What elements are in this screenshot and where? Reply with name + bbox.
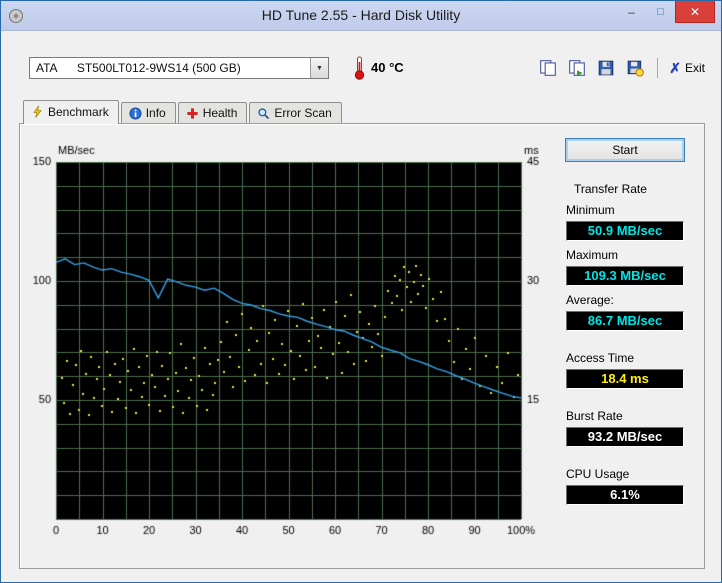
minimum-label: Minimum bbox=[566, 203, 615, 217]
copy-image-icon[interactable] bbox=[566, 57, 588, 79]
tab-error-scan[interactable]: Error Scan bbox=[249, 102, 342, 123]
window-controls: – □ ✕ bbox=[617, 1, 715, 23]
temperature-readout: 40 °C bbox=[371, 60, 404, 75]
burst-rate-title: Burst Rate bbox=[566, 409, 623, 423]
cpu-usage-title: CPU Usage bbox=[566, 467, 630, 481]
tab-benchmark[interactable]: Benchmark bbox=[23, 100, 119, 124]
exit-label: Exit bbox=[684, 61, 705, 75]
magnifier-icon bbox=[258, 107, 270, 119]
benchmark-panel: Start Transfer Rate Minimum 50.9 MB/sec … bbox=[19, 123, 705, 569]
start-button[interactable]: Start bbox=[565, 138, 685, 162]
access-time-title: Access Time bbox=[566, 351, 635, 365]
transfer-rate-title: Transfer Rate bbox=[574, 182, 647, 196]
thermometer-icon bbox=[353, 55, 366, 81]
tab-info[interactable]: Info bbox=[120, 102, 176, 123]
save-text-icon[interactable] bbox=[595, 57, 617, 79]
benchmark-chart bbox=[28, 136, 548, 548]
tab-health-label: Health bbox=[202, 106, 238, 120]
minimize-button[interactable]: – bbox=[617, 1, 646, 23]
burst-rate-value: 93.2 MB/sec bbox=[566, 427, 684, 447]
tab-health[interactable]: Health bbox=[177, 102, 248, 123]
results-column: Start Transfer Rate Minimum 50.9 MB/sec … bbox=[564, 138, 696, 505]
health-cross-icon bbox=[187, 107, 198, 119]
exit-button[interactable]: ✗ Exit bbox=[669, 61, 705, 75]
app-window: HD Tune 2.55 - Hard Disk Utility – □ ✕ A… bbox=[0, 0, 722, 583]
access-time-value: 18.4 ms bbox=[566, 369, 684, 389]
maximum-value: 109.3 MB/sec bbox=[566, 266, 684, 286]
copy-text-icon[interactable] bbox=[537, 57, 559, 79]
minimum-value: 50.9 MB/sec bbox=[566, 221, 684, 241]
tab-benchmark-label: Benchmark bbox=[48, 104, 109, 119]
maximize-button[interactable]: □ bbox=[646, 1, 675, 23]
average-label: Average: bbox=[566, 293, 614, 307]
tab-error-scan-label: Error Scan bbox=[274, 106, 332, 120]
tab-bar: Benchmark Info Health Error Scan bbox=[23, 100, 344, 124]
drive-select[interactable]: ATA ST500LT012-9WS14 (500 GB) ▼ bbox=[29, 57, 329, 79]
tab-info-label: Info bbox=[145, 106, 166, 120]
lightning-icon bbox=[33, 105, 42, 118]
exit-x-icon: ✗ bbox=[669, 60, 681, 76]
toolbar-separator bbox=[657, 58, 659, 78]
average-value: 86.7 MB/sec bbox=[566, 311, 684, 331]
drive-select-value: ATA ST500LT012-9WS14 (500 GB) bbox=[36, 61, 241, 75]
cpu-usage-value: 6.1% bbox=[566, 485, 684, 505]
window-title: HD Tune 2.55 - Hard Disk Utility bbox=[261, 7, 461, 23]
close-button[interactable]: ✕ bbox=[675, 1, 715, 23]
chevron-down-icon[interactable]: ▼ bbox=[310, 58, 328, 78]
info-icon bbox=[129, 106, 142, 120]
toolbar: ATA ST500LT012-9WS14 (500 GB) ▼ 40 °C ✗ … bbox=[1, 32, 721, 98]
save-image-icon[interactable] bbox=[624, 57, 646, 79]
titlebar: HD Tune 2.55 - Hard Disk Utility – □ ✕ bbox=[1, 1, 721, 31]
toolbar-buttons: ✗ Exit bbox=[537, 57, 705, 79]
maximum-label: Maximum bbox=[566, 248, 619, 262]
